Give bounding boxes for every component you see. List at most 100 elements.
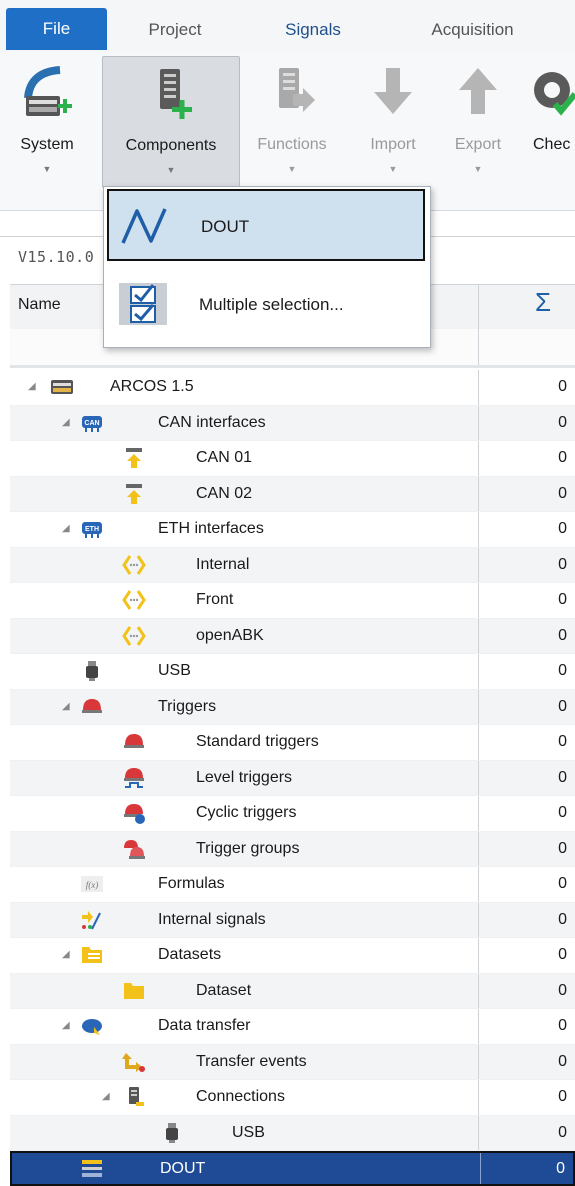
check-button[interactable]: Chec (522, 56, 575, 186)
trigger-icon (82, 698, 102, 713)
tree-row[interactable]: Front 0 (10, 583, 575, 619)
tab-signals[interactable]: Signals (258, 12, 368, 48)
tree-label: DOUT (160, 1160, 206, 1177)
usb-icon (86, 661, 98, 681)
column-separator (478, 441, 479, 476)
tree-row[interactable]: Transfer events 0 (10, 1044, 575, 1080)
expand-arrow-icon[interactable]: ◢ (28, 370, 36, 405)
check-label: Chec (533, 136, 571, 153)
column-separator (478, 370, 479, 405)
version-label: V15.10.0 (18, 248, 95, 266)
level-trigger-icon (124, 767, 144, 788)
tree-label: Level triggers (196, 768, 293, 786)
tab-acquisition[interactable]: Acquisition (405, 12, 540, 48)
system-label: System (20, 136, 74, 153)
tree-label: Dataset (196, 981, 252, 999)
dataset-folder-icon (124, 982, 144, 999)
column-separator (478, 725, 479, 760)
tab-project[interactable]: Project (125, 12, 225, 48)
components-button[interactable]: Components ▼ (102, 56, 240, 188)
tree-row[interactable]: ◢ ETH ETH interfaces 0 (10, 512, 575, 548)
tree-value: 0 (558, 413, 567, 431)
tree-label: Front (196, 591, 234, 608)
dropdown-item-multiple-selection[interactable]: Multiple selection... (107, 269, 425, 341)
system-button[interactable]: System ▼ (4, 56, 90, 186)
tree-row[interactable]: Standard triggers 0 (10, 725, 575, 761)
tree-value: 0 (558, 839, 567, 857)
export-button[interactable]: Export ▼ (438, 56, 518, 186)
column-separator (478, 867, 479, 902)
column-separator (478, 618, 479, 653)
tree-value: 0 (558, 768, 567, 786)
tree-row[interactable]: ◢ Connections 0 (10, 1080, 575, 1116)
tree-label: Internal (196, 555, 250, 573)
expand-arrow-icon[interactable]: ◢ (62, 1009, 70, 1044)
column-sum-header[interactable]: Σ (535, 287, 551, 318)
formula-icon: f(x) (81, 876, 103, 892)
components-label: Components (125, 137, 217, 154)
checklist-icon (119, 283, 167, 325)
svg-text:ETH: ETH (85, 526, 99, 533)
expand-arrow-icon[interactable]: ◢ (102, 1080, 110, 1115)
components-dropdown: DOUT Multiple selection... (103, 186, 431, 348)
menu-bar: File Project Signals Acquisition (0, 0, 575, 52)
tree-label: Data transfer (158, 1017, 251, 1034)
tree-row[interactable]: f(x) Formulas 0 (10, 867, 575, 903)
expand-arrow-icon[interactable]: ◢ (62, 938, 70, 973)
column-separator (478, 1009, 479, 1044)
tree-row[interactable]: CAN 02 0 (10, 476, 575, 512)
tree-label: Standard triggers (196, 733, 319, 750)
column-separator (478, 512, 479, 547)
tree-value: 0 (558, 662, 567, 679)
eth-interface-icon: ETH (82, 522, 102, 538)
tree-row[interactable]: Trigger groups 0 (10, 831, 575, 867)
dropdown-item-label: DOUT (201, 217, 250, 236)
column-separator (478, 285, 479, 329)
data-transfer-cloud-icon (82, 1019, 102, 1035)
column-separator (478, 654, 479, 689)
tree-value: 0 (558, 946, 567, 963)
column-separator (478, 547, 479, 582)
expand-arrow-icon[interactable]: ◢ (62, 512, 70, 547)
functions-button[interactable]: Functions ▼ (244, 56, 340, 186)
tree-row[interactable]: Cyclic triggers 0 (10, 796, 575, 832)
tree-value: 0 (558, 697, 567, 715)
tree-row[interactable]: Internal signals 0 (10, 902, 575, 938)
can-port-icon (126, 483, 142, 504)
tree-row[interactable]: Dataset 0 (10, 973, 575, 1009)
column-separator (478, 796, 479, 831)
column-name-header[interactable]: Name (18, 296, 61, 314)
datasets-folder-icon (82, 947, 102, 963)
chevron-down-icon: ▼ (388, 164, 398, 174)
tree-row-selected[interactable]: DOUT 0 (10, 1151, 575, 1186)
tree-row[interactable]: Level triggers 0 (10, 760, 575, 796)
tree-row[interactable]: ◢ Datasets 0 (10, 938, 575, 974)
tree-label: Cyclic triggers (196, 804, 297, 821)
tree-label: USB (232, 1123, 265, 1141)
tree-row[interactable]: openABK 0 (10, 618, 575, 654)
expand-arrow-icon[interactable]: ◢ (62, 406, 70, 441)
tree-row[interactable]: USB 0 (10, 654, 575, 690)
tree-label: Transfer events (196, 1052, 307, 1070)
tree-row[interactable]: Internal 0 (10, 547, 575, 583)
component-add-icon (160, 69, 192, 119)
column-separator (478, 938, 479, 973)
tree-row[interactable]: ◢ Data transfer 0 (10, 1009, 575, 1045)
column-separator (478, 1080, 479, 1115)
tree-value: 0 (558, 1088, 567, 1105)
import-button[interactable]: Import ▼ (352, 56, 434, 186)
tree-row[interactable]: ◢ CAN CAN interfaces 0 (10, 405, 575, 441)
tree-row[interactable]: CAN 01 0 (10, 441, 575, 477)
tree-row[interactable]: ◢ Triggers 0 (10, 689, 575, 725)
expand-arrow-icon[interactable]: ◢ (62, 690, 70, 725)
tree-row[interactable]: ◢ ARCOS 1.5 0 (10, 370, 575, 406)
column-separator (478, 1044, 479, 1079)
tree-row[interactable]: USB 0 (10, 1115, 575, 1151)
tab-file[interactable]: File (6, 8, 107, 50)
digital-output-icon (82, 1160, 102, 1177)
internal-signals-icon (82, 910, 101, 929)
eth-port-icon (122, 554, 146, 575)
dropdown-item-dout[interactable]: DOUT (107, 189, 425, 261)
tree-label: CAN 02 (196, 484, 253, 502)
trigger-group-icon (124, 839, 145, 859)
